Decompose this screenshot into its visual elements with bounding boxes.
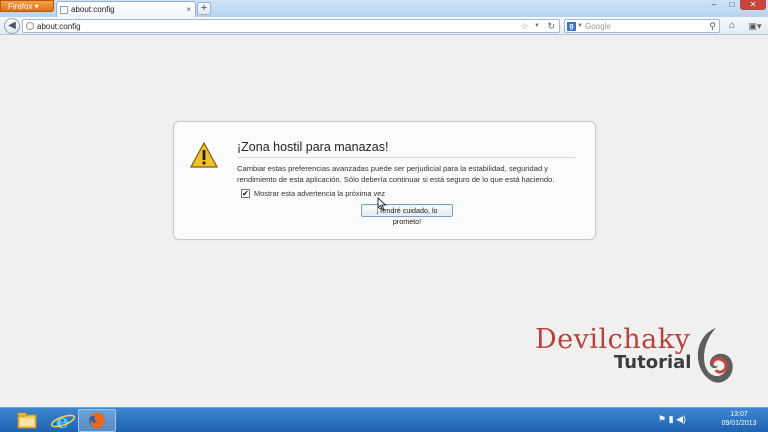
action-center-icon[interactable]: ⚑ <box>658 414 666 424</box>
clock-time: 13:07 <box>730 411 748 418</box>
minimize-button[interactable]: – <box>706 0 722 10</box>
tab-about-config[interactable]: about:config × <box>56 1 196 17</box>
dialog-divider <box>237 157 575 158</box>
tab-title: about:config <box>71 5 115 14</box>
address-text: about:config <box>37 22 81 31</box>
title-bar: Firefox ▾ about:config × + – □ ✕ <box>0 0 768 17</box>
internet-explorer-icon[interactable]: e <box>44 409 82 432</box>
show-warning-checkbox[interactable]: ✔ <box>241 189 250 198</box>
volume-icon[interactable]: ◀) <box>676 414 686 424</box>
search-icon[interactable]: ⚲ <box>709 20 716 33</box>
engine-dropdown-icon[interactable]: ▼ <box>577 20 583 33</box>
bookmark-star-icon[interactable]: ☆ <box>521 20 529 33</box>
file-explorer-icon[interactable] <box>8 409 46 432</box>
show-warning-label[interactable]: Mostrar esta advertencia la próxima vez <box>254 189 385 198</box>
search-placeholder: Google <box>585 22 611 31</box>
dialog-body: Cambiar estas preferencias avanzadas pue… <box>237 164 555 184</box>
history-dropdown-icon[interactable]: ▼ <box>534 20 540 33</box>
taskbar: e ⚑ ▮ ◀) 13:07 09/01/2013 <box>0 407 768 432</box>
maximize-button[interactable]: □ <box>724 0 740 10</box>
tab-close-icon[interactable]: × <box>186 2 191 17</box>
back-arrow-icon: ◀ <box>8 20 16 31</box>
new-tab-button[interactable]: + <box>197 2 211 15</box>
navigation-bar: ◀ about:config ☆ ▼ ↻ g ▼ Google ⚲ ⌂ ▣▾ <box>0 17 768 35</box>
close-window-button[interactable]: ✕ <box>740 0 766 10</box>
watermark-logo-icon <box>697 328 733 383</box>
watermark: Devilchaky Tutorial <box>532 322 742 386</box>
clock[interactable]: 13:07 09/01/2013 <box>719 410 759 428</box>
promise-careful-button[interactable]: ¡Tendré cuidado, lo prometo! <box>361 204 453 226</box>
mouse-cursor-icon <box>377 197 387 211</box>
page-icon <box>60 6 68 14</box>
warning-dialog: ¡Zona hostil para manazas! Cambiar estas… <box>173 121 596 240</box>
bookmarks-menu-icon[interactable]: ▣▾ <box>745 19 765 33</box>
warning-icon <box>190 142 218 168</box>
network-icon[interactable]: ▮ <box>669 414 674 424</box>
watermark-title: Devilchaky <box>535 324 691 355</box>
system-tray[interactable]: ⚑ ▮ ◀) <box>658 414 718 428</box>
back-button[interactable]: ◀ <box>4 18 20 34</box>
search-bar[interactable]: g ▼ Google ⚲ <box>564 19 720 33</box>
clock-date: 09/01/2013 <box>721 420 757 427</box>
reload-icon[interactable]: ↻ <box>547 20 555 33</box>
google-engine-icon[interactable]: g <box>567 22 576 31</box>
watermark-subtitle: Tutorial <box>614 352 692 373</box>
svg-text:e: e <box>56 409 69 432</box>
dialog-title: ¡Zona hostil para manazas! <box>237 140 389 154</box>
address-bar[interactable]: about:config ☆ ▼ ↻ <box>22 19 560 33</box>
home-icon[interactable]: ⌂ <box>726 19 738 33</box>
firefox-menu-label: Firefox <box>8 2 33 11</box>
globe-icon <box>26 22 34 30</box>
firefox-menu-button[interactable]: Firefox ▾ <box>0 0 54 12</box>
firefox-taskbar-icon[interactable] <box>78 409 116 432</box>
